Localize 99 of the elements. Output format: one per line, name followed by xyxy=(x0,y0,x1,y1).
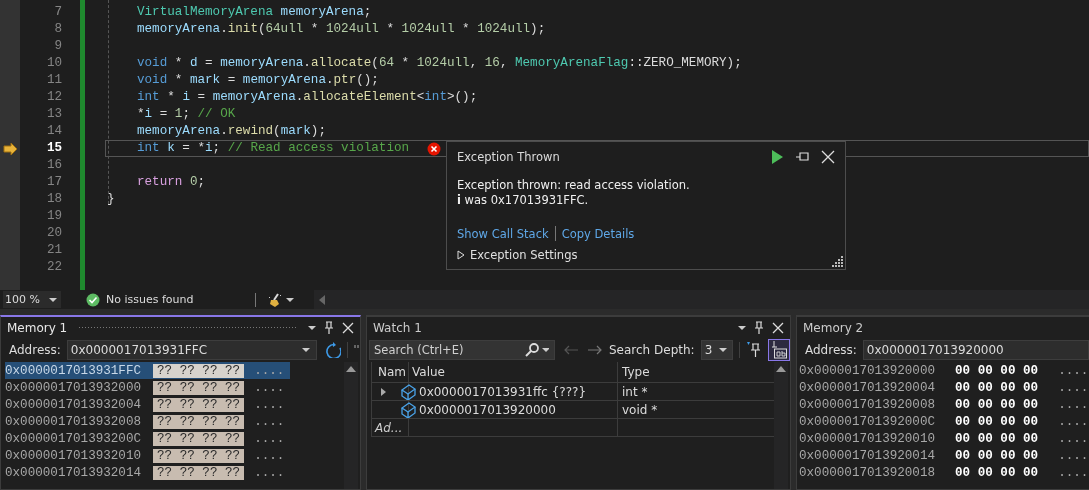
line-number: 19 xyxy=(45,208,62,225)
address-label: Address: xyxy=(805,343,857,357)
memory-row[interactable]: 0x0000017013932014 ?? ?? ?? ?? .... xyxy=(5,464,291,481)
continue-play-icon[interactable] xyxy=(771,150,783,164)
expand-triangle-icon[interactable] xyxy=(380,386,386,397)
code-line: *i = 1; // OK xyxy=(137,107,236,122)
line-number: 7 xyxy=(53,4,62,21)
line-number: 9 xyxy=(53,38,62,55)
field-cube-icon xyxy=(400,401,416,418)
caret-icon xyxy=(719,348,728,352)
pin-icon[interactable] xyxy=(746,342,762,358)
line-number: 8 xyxy=(53,21,62,38)
exception-message: i was 0x17013931FFC. xyxy=(457,193,590,208)
caret-icon xyxy=(542,348,549,352)
resize-grip-icon[interactable] xyxy=(831,255,844,268)
memory-row[interactable]: 0x0000017013920014 00 00 00 00 .... xyxy=(799,447,1089,464)
line-number: 11 xyxy=(45,72,62,89)
hex-display-button[interactable] xyxy=(768,339,790,361)
line-number: 20 xyxy=(45,225,62,242)
refresh-icon[interactable] xyxy=(324,342,341,358)
popup-link[interactable]: Show Call Stack xyxy=(457,226,549,241)
caret-icon xyxy=(49,297,57,302)
panel-title: Watch 1 xyxy=(373,320,422,335)
address-field[interactable]: 0x0000017013931FFC xyxy=(66,340,317,360)
brush-icon xyxy=(268,292,283,307)
expand-triangle-icon xyxy=(457,250,465,260)
line-number: 16 xyxy=(45,157,62,174)
exception-settings-toggle[interactable]: Exception Settings xyxy=(457,248,578,262)
field-cube-icon xyxy=(400,383,416,400)
dropdown-caret-icon xyxy=(301,348,310,352)
address-field[interactable]: 0x0000017013920000 xyxy=(862,340,1089,360)
panel-title: Memory 1 xyxy=(7,320,68,335)
line-number: 12 xyxy=(45,89,62,106)
line-number: 10 xyxy=(45,55,62,72)
memory-row[interactable]: 0x0000017013920018 00 00 00 00 .... xyxy=(799,464,1089,481)
memory-row[interactable]: 0x0000017013920004 00 00 00 00 .... xyxy=(799,379,1089,396)
line-number: 13 xyxy=(45,106,62,123)
hex-display-icon xyxy=(770,341,788,359)
line-number: 14 xyxy=(45,123,62,140)
caret-icon xyxy=(286,297,295,302)
horizontal-scrollbar[interactable] xyxy=(314,290,1089,309)
close-icon[interactable] xyxy=(342,321,354,334)
line-number: 21 xyxy=(45,242,62,259)
code-line: memoryArena.init(64ull * 1024ull * 1024ull * 1024ull); xyxy=(137,22,546,37)
memory-row[interactable]: 0x0000017013920010 00 00 00 00 .... xyxy=(799,430,1089,447)
code-line: int * i = memoryArena.allocateElement<int>(); xyxy=(137,90,478,105)
code-line: memoryArena.rewind(mark); xyxy=(137,124,326,139)
scroll-left-icon xyxy=(319,294,326,305)
forward-arrow-icon[interactable] xyxy=(587,344,603,356)
exception-message: Exception thrown: read access violation. xyxy=(457,178,691,193)
memory-row[interactable]: 0x000001701392000C 00 00 00 00 .... xyxy=(799,413,1089,430)
code-cleanup-button[interactable] xyxy=(268,292,295,307)
close-icon[interactable] xyxy=(772,321,784,334)
memory-row[interactable]: 0x0000017013932008 ?? ?? ?? ?? .... xyxy=(5,413,291,430)
code-line: int k = *i; // Read access violation xyxy=(137,141,410,156)
memory-row[interactable]: 0x0000017013932010 ?? ?? ?? ?? .... xyxy=(5,447,291,464)
code-line: } xyxy=(107,192,115,207)
column-header[interactable]: Value xyxy=(408,362,617,382)
scroll-up-icon xyxy=(346,366,356,372)
search-icon xyxy=(525,343,539,357)
line-number: 17 xyxy=(45,174,62,191)
vertical-scrollbar[interactable] xyxy=(344,362,358,489)
watch-value: 0x0000017013931ffc {???} xyxy=(419,384,587,399)
memory-row[interactable]: 0x0000017013932000 ?? ?? ?? ?? .... xyxy=(5,379,291,396)
memory-row[interactable]: 0x0000017013920008 00 00 00 00 .... xyxy=(799,396,1089,413)
pin-icon[interactable] xyxy=(323,320,335,335)
add-item-field[interactable]: Ad... xyxy=(371,419,408,436)
line-number: 22 xyxy=(45,259,62,276)
panel-title: Memory 2 xyxy=(803,320,864,335)
search-depth-label: Search Depth: xyxy=(609,343,695,357)
code-line: void * d = memoryArena.allocate(64 * 1024ull, 16, MemoryArenaFlag::ZERO_MEMORY); xyxy=(137,56,742,71)
search-depth-dropdown[interactable]: 3 xyxy=(700,340,734,360)
memory-row[interactable]: 0x0000017013920000 00 00 00 00 .... xyxy=(799,362,1089,379)
dropdown-caret-icon[interactable] xyxy=(738,325,746,330)
memory-row[interactable]: 0x0000017013932004 ?? ?? ?? ?? .... xyxy=(5,396,291,413)
code-line: VirtualMemoryArena memoryArena; xyxy=(137,5,372,20)
memory-row[interactable]: 0x0000017013931FFC ?? ?? ?? ?? .... xyxy=(5,362,291,379)
scroll-up-icon xyxy=(776,366,786,372)
dropdown-caret-icon[interactable] xyxy=(308,325,316,330)
memory-row[interactable]: 0x000001701393200C ?? ?? ?? ?? .... xyxy=(5,430,291,447)
line-number: 18 xyxy=(45,191,62,208)
issues-indicator[interactable]: No issues found xyxy=(86,292,194,307)
columns-icon[interactable] xyxy=(353,344,359,348)
code-line: void * mark = memoryArena.ptr(); xyxy=(137,73,379,88)
pin-icon[interactable] xyxy=(753,320,765,335)
pin-icon[interactable] xyxy=(795,150,809,164)
current-line-arrow-icon xyxy=(2,141,18,156)
address-label: Address: xyxy=(9,343,61,357)
popup-title: Exception Thrown xyxy=(457,150,561,164)
column-header[interactable]: Nam xyxy=(371,362,408,382)
check-icon xyxy=(86,292,100,307)
line-number: 15 xyxy=(45,140,62,157)
vertical-scrollbar[interactable] xyxy=(774,362,788,489)
close-icon[interactable] xyxy=(821,150,835,164)
code-line: return 0; xyxy=(137,175,206,190)
search-field[interactable]: Search (Ctrl+E) xyxy=(369,340,555,360)
zoom-dropdown[interactable]: 100 % xyxy=(3,291,61,308)
watch-value: 0x0000017013920000 xyxy=(419,402,556,417)
popup-link[interactable]: Copy Details xyxy=(561,226,635,241)
